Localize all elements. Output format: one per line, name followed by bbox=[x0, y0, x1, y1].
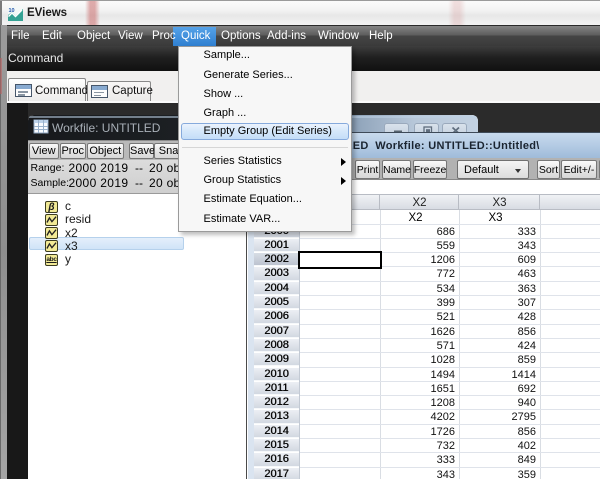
svg-text:10: 10 bbox=[9, 8, 15, 14]
